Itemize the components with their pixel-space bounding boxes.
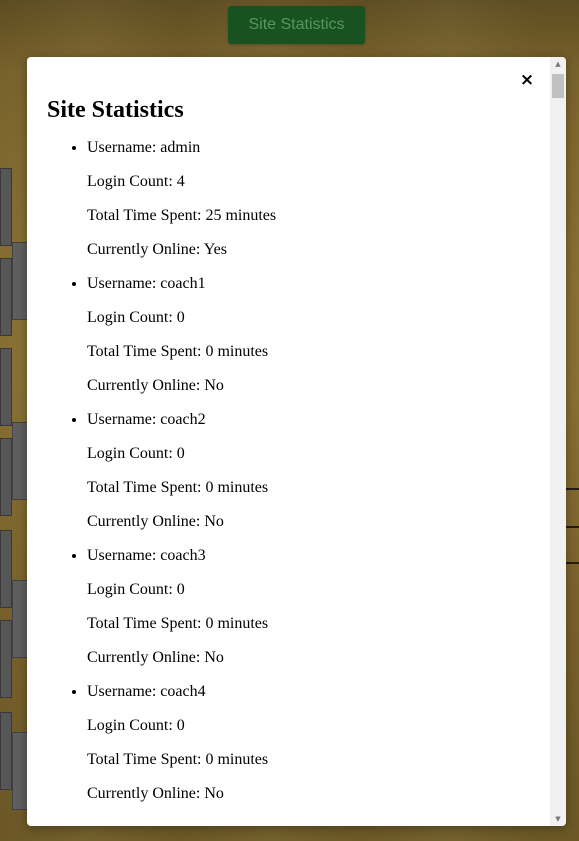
modal-scrollbar[interactable]: ▲ ▼ — [550, 57, 566, 826]
login-count-text: Login Count: 0 — [87, 717, 185, 734]
online-status-text: Currently Online: Yes — [87, 241, 227, 258]
online-status-text: Currently Online: No — [87, 649, 224, 666]
list-item: Username: coach4 Login Count: 0 Total Ti… — [87, 683, 547, 803]
username-text: Username: coach4 — [87, 683, 206, 700]
time-spent-text: Total Time Spent: 0 minutes — [87, 615, 269, 632]
scroll-up-arrow[interactable]: ▲ — [550, 57, 566, 71]
scroll-thumb[interactable] — [552, 74, 564, 98]
list-item: Username: admin Login Count: 4 Total Tim… — [87, 139, 547, 259]
login-count-text: Login Count: 0 — [87, 309, 185, 326]
modal-title: Site Statistics — [47, 97, 184, 123]
scroll-down-arrow[interactable]: ▼ — [550, 812, 566, 826]
username-text: Username: coach1 — [87, 275, 206, 292]
time-spent-text: Total Time Spent: 0 minutes — [87, 479, 269, 496]
list-item: Username: coach2 Login Count: 0 Total Ti… — [87, 411, 547, 531]
online-status-text: Currently Online: No — [87, 785, 224, 802]
login-count-text: Login Count: 0 — [87, 581, 185, 598]
site-statistics-modal: × Site Statistics Username: admin Login … — [27, 57, 566, 826]
time-spent-text: Total Time Spent: 25 minutes — [87, 207, 277, 224]
close-button[interactable]: × — [517, 70, 537, 90]
username-text: Username: admin — [87, 139, 201, 156]
modal-content: × Site Statistics Username: admin Login … — [27, 57, 550, 826]
username-text: Username: coach2 — [87, 411, 206, 428]
time-spent-text: Total Time Spent: 0 minutes — [87, 751, 269, 768]
time-spent-text: Total Time Spent: 0 minutes — [87, 343, 269, 360]
login-count-text: Login Count: 4 — [87, 173, 185, 190]
username-text: Username: coach3 — [87, 547, 206, 564]
online-status-text: Currently Online: No — [87, 377, 224, 394]
online-status-text: Currently Online: No — [87, 513, 224, 530]
list-item: Username: coach1 Login Count: 0 Total Ti… — [87, 275, 547, 395]
login-count-text: Login Count: 0 — [87, 445, 185, 462]
list-item: Username: coach3 Login Count: 0 Total Ti… — [87, 547, 547, 667]
user-stats-list: Username: admin Login Count: 4 Total Tim… — [27, 139, 547, 819]
